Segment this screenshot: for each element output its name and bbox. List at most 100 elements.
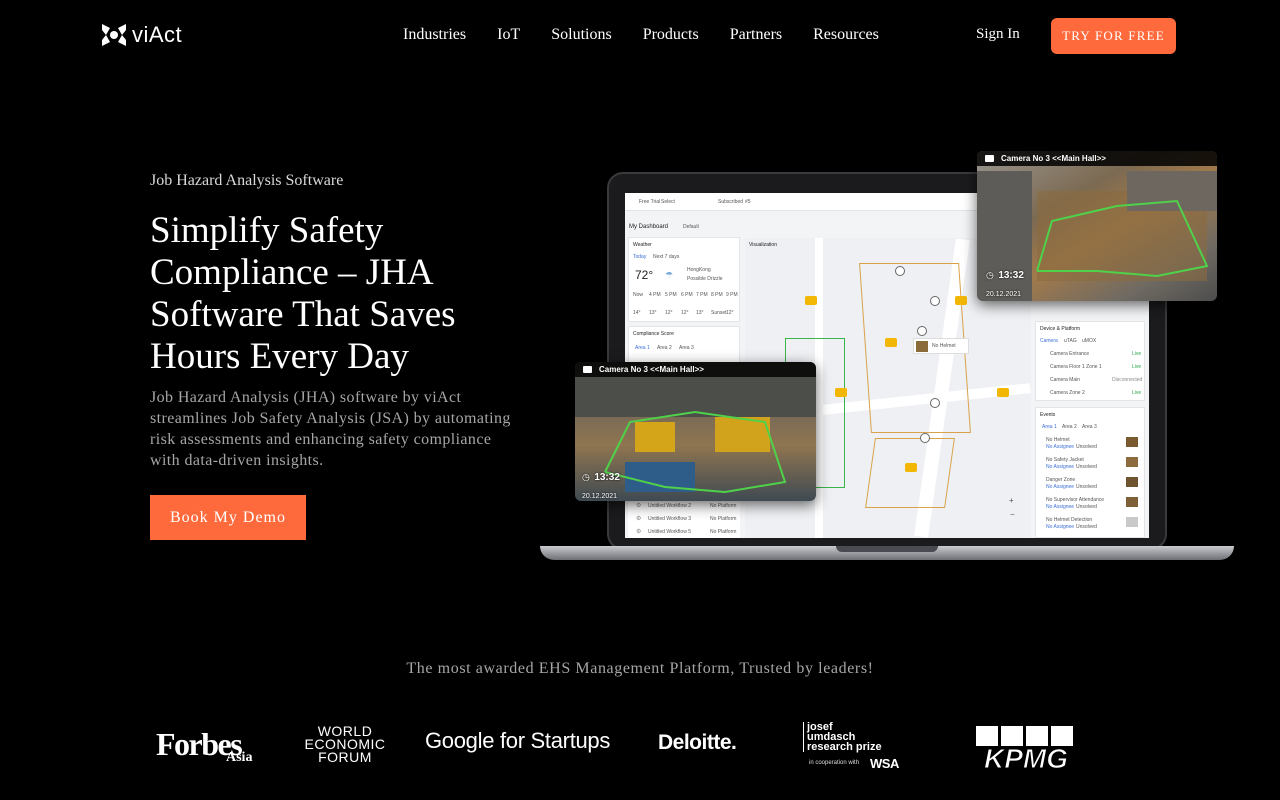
compliance-tab-area3[interactable]: Area 3 (679, 345, 694, 351)
laptop-notch (836, 546, 938, 552)
events-panel: Events Area 1 Area 2 Area 3 No Helmet No… (1035, 407, 1145, 538)
free-trial-label: Free Trial (639, 199, 661, 205)
nav-resources[interactable]: Resources (813, 26, 879, 44)
event-item[interactable]: No Safety Jacket No Assignee Unsolved (1036, 455, 1144, 475)
device-status: Live (1132, 364, 1142, 370)
event-item[interactable]: Danger Zone No Assignee Unsolved (1036, 475, 1144, 495)
compliance-title: Compliance Score (633, 331, 674, 337)
nav-solutions[interactable]: Solutions (551, 26, 611, 44)
hero-eyebrow: Job Hazard Analysis Software (150, 172, 344, 189)
event-label: No Helmet (1046, 437, 1070, 443)
device-status: Live (1132, 390, 1142, 396)
events-tab-area2[interactable]: Area 2 (1062, 424, 1077, 430)
workflow-platform: No Platform (710, 503, 737, 509)
camera-timestamp: ◷ 13:32 20.12.2021 (986, 265, 1024, 301)
trusted-heading: The most awarded EHS Management Platform… (406, 660, 874, 677)
sign-in-link[interactable]: Sign In (976, 26, 1020, 43)
camera-timestamp: ◷ 13:32 20.12.2021 (582, 467, 620, 501)
weather-tab-today[interactable]: Today (633, 254, 646, 260)
book-demo-button[interactable]: Book My Demo (150, 495, 306, 540)
workflow-list: ⚙ Untitled Workflow 2 No Platform ⚙ Unti… (628, 498, 740, 538)
top-nav: viAct Industries IoT Solutions Products … (0, 0, 1280, 72)
weather-title: Weather (633, 242, 652, 248)
camera-marker-icon[interactable] (917, 326, 927, 336)
device-name[interactable]: Camera Main (1050, 377, 1080, 383)
camera-time: 13:32 (594, 472, 620, 483)
nav-industries[interactable]: Industries (403, 26, 466, 44)
alert-thumbnail (916, 341, 928, 352)
workflow-platform: No Platform (710, 529, 737, 535)
nav-iot[interactable]: IoT (497, 26, 520, 44)
camera-marker-icon[interactable] (930, 398, 940, 408)
excavator-icon (805, 296, 817, 305)
device-name[interactable]: Camera Floor 1 Zone 1 (1050, 364, 1102, 370)
zoom-in-icon[interactable]: + (1009, 496, 1014, 505)
main-menu: Industries IoT Solutions Products Partne… (403, 26, 910, 44)
compliance-tab-area2[interactable]: Area 2 (657, 345, 672, 351)
dashboard-default[interactable]: Default (683, 224, 699, 230)
camera-title: Camera No 3 <<Main Hall>> (599, 365, 704, 374)
events-tab-area1[interactable]: Area 1 (1042, 424, 1057, 430)
workflow-icon: ⚙ (636, 503, 642, 509)
events-title: Events (1040, 412, 1056, 418)
event-thumbnail (1126, 457, 1138, 467)
camera-icon (583, 366, 592, 373)
try-for-free-button[interactable]: TRY FOR FREE (1051, 18, 1176, 54)
events-tab-area3[interactable]: Area 3 (1082, 424, 1097, 430)
event-state: Unsolved (1076, 444, 1097, 450)
weather-condition: Possible Drizzle (687, 276, 723, 282)
camera-marker-icon[interactable] (920, 433, 930, 443)
device-tab-camera[interactable]: Camera (1040, 338, 1058, 344)
event-state: Unsolved (1076, 504, 1097, 510)
weather-temp: 72° (635, 268, 654, 282)
weather-location: HongKong (687, 267, 711, 273)
nav-partners[interactable]: Partners (730, 26, 782, 44)
event-assignee: No Assignee (1046, 444, 1075, 450)
event-label: No Helmet Detection (1046, 517, 1093, 523)
excavator-icon (997, 388, 1009, 397)
workflow-name[interactable]: Untitled Workflow 2 (648, 503, 691, 509)
workflow-name[interactable]: Untitled Workflow 5 (648, 529, 691, 535)
alert-label: No Helmet (932, 343, 956, 349)
compliance-tab-area1[interactable]: Area 1 (635, 345, 650, 351)
device-name[interactable]: Camera Zone 2 (1050, 390, 1085, 396)
device-tab-umox[interactable]: uMOX (1082, 338, 1096, 344)
visualization-title: Visualization (749, 242, 777, 248)
temp-0: 14° (633, 310, 641, 316)
event-state: Unsolved (1076, 524, 1097, 530)
nav-products[interactable]: Products (643, 26, 699, 44)
event-item[interactable]: No Helmet No Assignee Unsolved (1036, 435, 1144, 455)
brand-logo[interactable]: viAct (100, 22, 182, 48)
temp-5: Sunset (711, 310, 727, 316)
event-thumbnail (1126, 517, 1138, 527)
hour-2: 5 PM (665, 292, 677, 298)
device-status: Disconnected (1112, 377, 1143, 383)
weather-tab-week[interactable]: Next 7 days (653, 254, 679, 260)
temp-6: 12° (726, 310, 734, 316)
camera-marker-icon[interactable] (895, 266, 905, 276)
hour-5: 8 PM (711, 292, 723, 298)
workflow-name[interactable]: Untitled Workflow 3 (648, 516, 691, 522)
excavator-icon (885, 338, 897, 347)
camera-time: 13:32 (998, 270, 1024, 281)
device-tab-utag[interactable]: uTAG (1064, 338, 1077, 344)
event-item[interactable]: No Helmet Detection No Assignee Unsolved (1036, 515, 1144, 535)
camera-date: 20.12.2021 (986, 291, 1022, 298)
brand-name: viAct (132, 22, 183, 47)
wef-line: FORUM (318, 749, 372, 765)
camera-feed-aerial[interactable]: Camera No 3 <<Main Hall>> ◷ 13:32 20.12.… (977, 151, 1217, 301)
camera-marker-icon[interactable] (930, 296, 940, 306)
device-name[interactable]: Camera Entrance (1050, 351, 1089, 357)
excavator-icon (905, 463, 917, 472)
wef-logo: WORLD ECONOMIC FORUM (300, 724, 390, 765)
camera-feed-ground[interactable]: Camera No 3 <<Main Hall>> ◷ 13:32 20.12.… (575, 362, 816, 501)
event-item[interactable]: No Supervisor Attendance No Assignee Uns… (1036, 495, 1144, 515)
wsa-logo: WSA (870, 756, 899, 771)
hour-0: Now (633, 292, 644, 298)
event-assignee: No Assignee (1046, 524, 1075, 530)
event-state: Unsolved (1076, 484, 1097, 490)
alert-tooltip[interactable]: No Helmet (913, 338, 969, 354)
select-dropdown[interactable]: Select (661, 199, 675, 205)
temp-1: 13° (649, 310, 657, 316)
zoom-out-icon[interactable]: − (1010, 510, 1015, 519)
